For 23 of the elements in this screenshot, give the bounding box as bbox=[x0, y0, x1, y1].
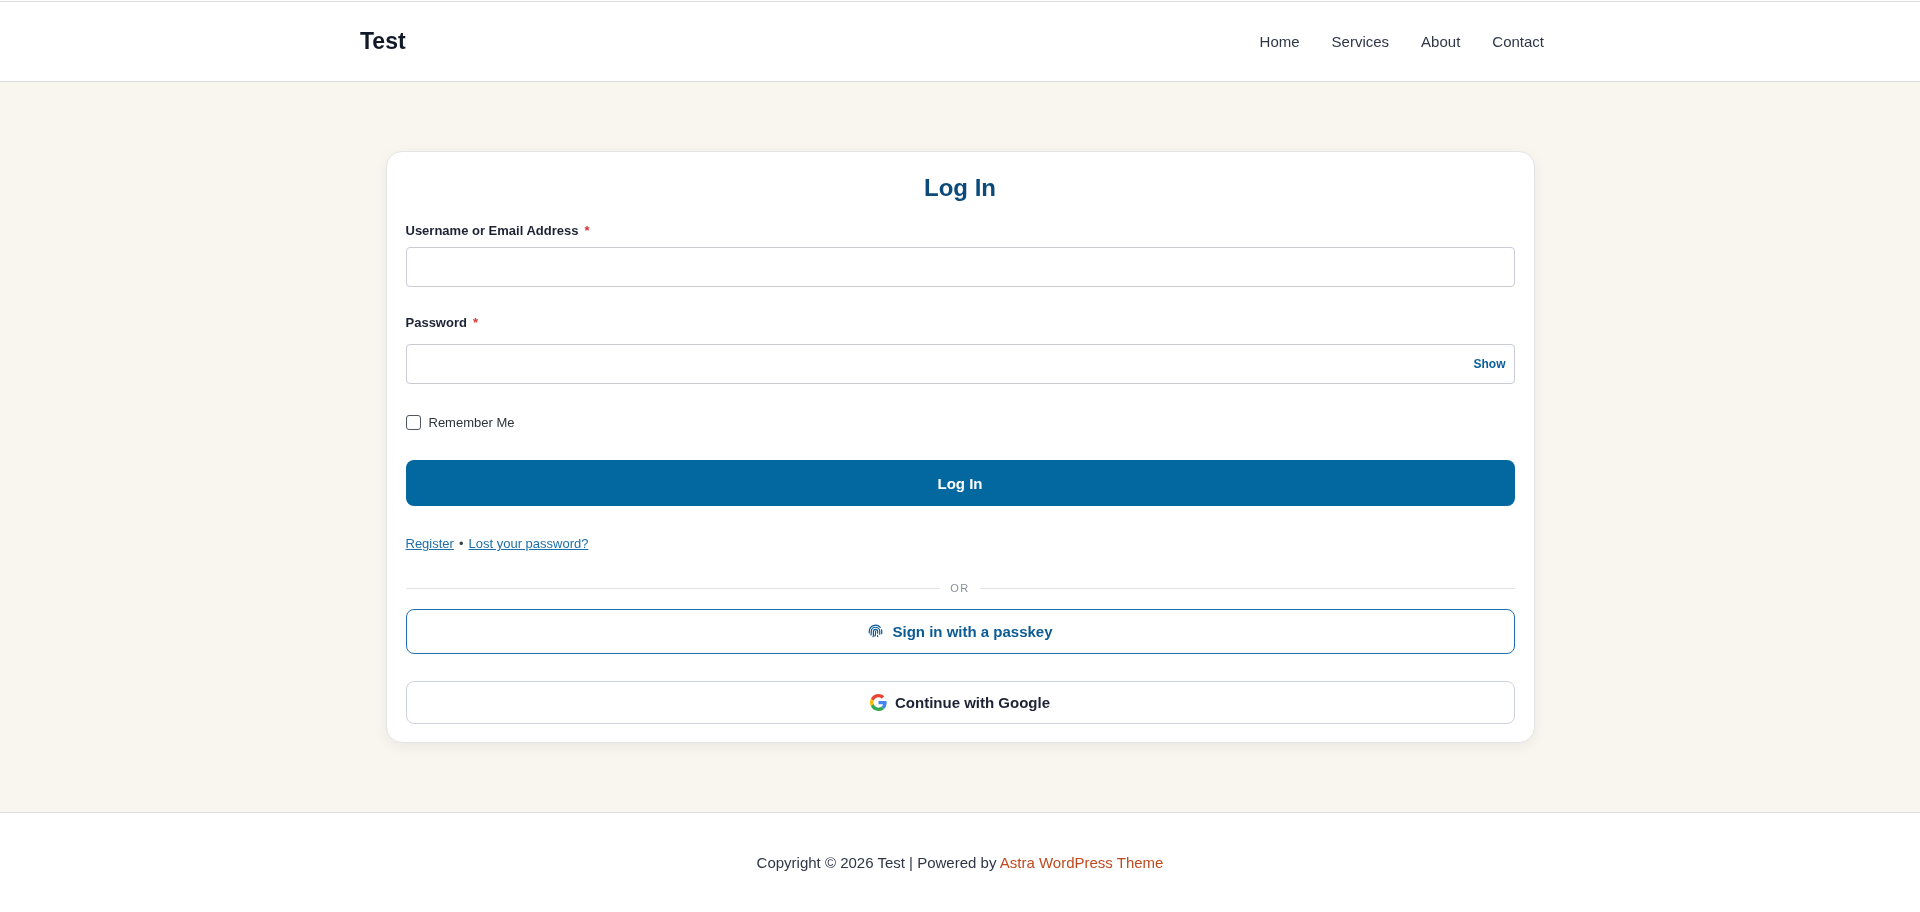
site-title[interactable]: Test bbox=[360, 28, 406, 55]
remember-checkbox[interactable] bbox=[405, 414, 421, 430]
google-button[interactable]: Continue with Google bbox=[405, 681, 1515, 724]
login-title: Log In bbox=[924, 173, 996, 203]
bullet-separator: • bbox=[458, 535, 464, 553]
text-link[interactable]: Register bbox=[405, 535, 454, 553]
passkey-button[interactable]: Sign in with a passkey bbox=[405, 609, 1515, 654]
theme-link[interactable]: Astra WordPress Theme bbox=[999, 854, 1164, 871]
fingerprint-icon bbox=[867, 623, 885, 640]
input-field[interactable] bbox=[405, 247, 1515, 287]
text-link[interactable]: Lost your password? bbox=[468, 535, 589, 553]
nav-link[interactable]: Contact bbox=[1476, 27, 1560, 56]
copyright-text: Copyright © 2026 Test | Powered by Astra WordPress Theme bbox=[756, 854, 1164, 871]
login-button[interactable]: Log In bbox=[405, 460, 1515, 506]
divider-text: OR bbox=[950, 582, 970, 594]
field-label: Password * bbox=[405, 315, 478, 331]
nav-link[interactable]: About bbox=[1405, 27, 1477, 56]
remember-label: Remember Me bbox=[428, 414, 515, 430]
field-label: Username or Email Address * bbox=[405, 223, 590, 239]
google-g-icon bbox=[870, 694, 887, 711]
nav-link[interactable]: Services bbox=[1315, 27, 1406, 56]
nav-link[interactable]: Home bbox=[1243, 27, 1316, 56]
password-field[interactable]: Show bbox=[405, 344, 1515, 384]
